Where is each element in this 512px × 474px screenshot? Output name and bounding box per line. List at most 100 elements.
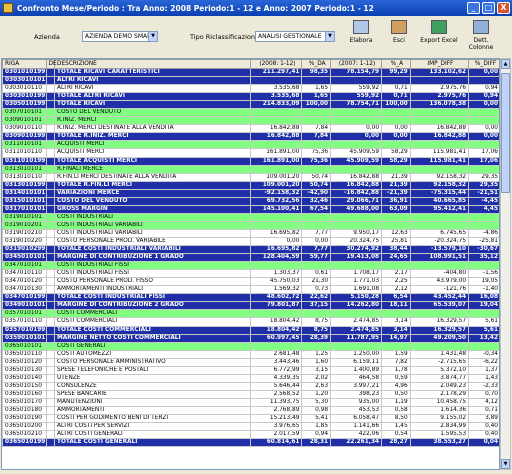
- column-header[interactable]: DESCRIZIONE: [54, 59, 252, 69]
- table-row[interactable]: 0349010101 MARGINE DI CONTRIBUZIONE 2 GRA…: [2, 301, 499, 311]
- table-cell: 13,42: [468, 333, 499, 343]
- table-row[interactable]: 0301010199 TOTALE RICAVI CARATTERISTICI 21…: [2, 67, 499, 78]
- table-row[interactable]: 0319010201 COSTI INDUSTRIALI VARIABILI: [2, 220, 499, 230]
- table-row[interactable]: 0314010101 VARIAZIONI MERCE -92.158,32 -42,…: [2, 188, 499, 198]
- table-cell: 2.017,59: [250, 430, 303, 440]
- table-row[interactable]: 0313010110 R.FIN.LI MERCI DESTINATE ALLA …: [2, 172, 499, 182]
- table-row[interactable]: 0347010110 COSTI INDUSTRIALI FISSI 1.303,3…: [2, 269, 499, 279]
- table-row[interactable]: 0365010199 TOTALE COSTI GENERALI 60.814,61…: [2, 438, 499, 448]
- tipo-riclassificazione-select[interactable]: ANALISI GESTIONALE ▼: [255, 31, 335, 42]
- table-cell: 0,54: [381, 430, 411, 440]
- table-cell: [45, 414, 56, 424]
- table-cell: 79.801,87: [250, 301, 303, 311]
- table-row[interactable]: 0365010101 COSTI GENERALI: [2, 341, 499, 351]
- table-cell: [45, 397, 56, 407]
- table-cell: [250, 309, 303, 319]
- table-cell: [45, 325, 56, 335]
- table-cell: TOTALE COSTI COMMERCIALI: [54, 325, 252, 335]
- table-cell: [301, 212, 332, 222]
- esci-button[interactable]: Esci: [384, 20, 414, 52]
- table-cell: 1.771,03: [330, 277, 383, 287]
- table-row[interactable]: 0311010199 TOTALE ACQUISTI MERCI 161.891,0…: [2, 156, 499, 166]
- table-cell: 45.909,59: [330, 156, 383, 166]
- table-row[interactable]: 0319010220 COSTO PERSONALE PROD. VARIABIL…: [2, 236, 499, 247]
- column-header[interactable]: %_DA: [301, 59, 332, 69]
- table-row[interactable]: 0365010200 ALTRI COSTI PER SERVIZI 3.976,6…: [2, 422, 499, 432]
- table-cell: 16.842,88: [330, 180, 383, 190]
- table-cell: 3.535,68: [250, 84, 303, 94]
- table-row[interactable]: 0305010199 TOTALE RICAVI 214.833,09 100,00 7…: [2, 100, 499, 110]
- table-cell: 100,00: [381, 100, 411, 110]
- table-row[interactable]: 0357010101 COSTI COMMERCIALI: [2, 309, 499, 319]
- table-cell: -404,80: [409, 269, 470, 279]
- table-row[interactable]: 0365010180 AMMORTAMENTI 2.768,89 0,98 453,53…: [2, 405, 499, 416]
- column-header[interactable]: %_A: [381, 59, 411, 69]
- minimize-button[interactable]: _: [467, 2, 480, 14]
- table-row[interactable]: 0365010110 COSTI AUTOMEZZI 2.681,48 1,25 1.2…: [2, 349, 499, 359]
- close-button[interactable]: X: [497, 2, 510, 14]
- table-row[interactable]: 0319010101 COSTI INDUSTRIALI: [2, 212, 499, 222]
- table-row[interactable]: 0365010190 COSTI PER GODIMENTO BENI DI TE…: [2, 414, 499, 424]
- table-row[interactable]: 0311010110 ACQUISTI MERCI 161.891,00 75,36 4…: [2, 148, 499, 158]
- table-cell: ALTRI RICAVI: [54, 76, 252, 86]
- table-cell: 0,58: [381, 405, 411, 416]
- table-row[interactable]: 0313010199 TOTALE R.FIN.LI MERCI 109.001,2…: [2, 180, 499, 190]
- table-cell: 0307010101: [2, 108, 47, 118]
- table-row[interactable]: 0319010210 COSTI INDUSTRIALI VARIABILI 16.…: [2, 228, 499, 238]
- table-row[interactable]: 0365010160 SPESE BANCARIE 2.568,52 1,20 398,…: [2, 389, 499, 399]
- chevron-down-icon[interactable]: ▼: [148, 32, 157, 41]
- table-cell: COSTI INDUSTRIALI: [54, 212, 252, 222]
- table-cell: [409, 116, 470, 126]
- table-row[interactable]: 0365010140 UTENZE 4.339,35 2,02 464,58 0,59 3.…: [2, 373, 499, 383]
- table-row[interactable]: 0347010120 COSTO PERSONALE PROD. FISSO 45.…: [2, 277, 499, 287]
- table-row[interactable]: 0309010101 R.INIZ. MERCI: [2, 116, 499, 126]
- table-row[interactable]: 0357010110 COSTI COMMERCIALI 18.804,42 8,75…: [2, 317, 499, 327]
- column-header[interactable]: %_DIFF: [468, 59, 499, 69]
- table-row[interactable]: 0307010101 COSTO DEL VENDUTO: [2, 108, 499, 118]
- azienda-select[interactable]: AZIENDA DEMO SMALL ▼: [82, 31, 158, 42]
- vertical-scrollbar[interactable]: ▲ ▼: [500, 58, 511, 470]
- table-row[interactable]: 0317010101 GROSS MARGIN 145.100,41 67,54 49.…: [2, 204, 499, 214]
- table-row[interactable]: 0309010199 TOTALE R.INIZ. MERCI 16.842,88 7…: [2, 132, 499, 142]
- table-row[interactable]: 0319010299 TOTALE COSTI INDUSTRIALI VARIA…: [2, 245, 499, 255]
- table-cell: MARGINE DI CONTRIBUZIONE 2 GRADO: [54, 301, 252, 311]
- table-cell: 0365010210: [2, 430, 47, 440]
- table-row[interactable]: 0365010150 CONSULENZE 5.646,44 2,63 3.997,21…: [2, 381, 499, 391]
- column-header[interactable]: DE: [45, 59, 57, 69]
- column-header[interactable]: IMP_DIFF: [409, 59, 470, 69]
- table-row[interactable]: 0347010199 TOTALE COSTI INDUSTRIALI FISSI…: [2, 293, 499, 303]
- table-row[interactable]: 0315010101 COSTO DEL VENDUTO 69.732,56 32,4…: [2, 196, 499, 206]
- maximize-button[interactable]: □: [482, 2, 495, 14]
- column-header[interactable]: (2007: 1-12): [330, 59, 383, 69]
- export-excel-button[interactable]: Export Excel: [419, 20, 459, 52]
- table-row[interactable]: 0365010130 SPESE TELEFONICHE E POSTALI 6.7…: [2, 365, 499, 375]
- table-row[interactable]: 0359010101 MARGINE NETTO COSTI COMMERCIAL…: [2, 333, 499, 343]
- table-row[interactable]: 0365010120 COSTO PERSONALE AMMINISTRATIVO…: [2, 357, 499, 367]
- table-row[interactable]: 0365010210 ALTRI COSTI GENERALI 2.017,59 0,…: [2, 430, 499, 440]
- table-cell: [45, 349, 56, 359]
- scroll-up-icon[interactable]: ▲: [501, 59, 510, 69]
- table-cell: 16.842,88: [409, 124, 470, 134]
- column-header[interactable]: (2008: 1-12): [250, 59, 303, 69]
- scroll-down-icon[interactable]: ▼: [501, 459, 510, 469]
- table-cell: 0365010140: [2, 373, 47, 383]
- elabora-button[interactable]: Elabora: [343, 20, 379, 52]
- column-header[interactable]: RIGA: [2, 59, 47, 69]
- table-row[interactable]: 0303010199 TOTALE ALTRI RICAVI 3.535,68 1,6…: [2, 92, 499, 102]
- chevron-down-icon[interactable]: ▼: [325, 32, 334, 41]
- table-cell: [45, 164, 56, 174]
- table-row[interactable]: 0313010101 R.FINALI MERCE: [2, 164, 499, 174]
- scroll-thumb[interactable]: [501, 73, 510, 193]
- table-row[interactable]: 0347010130 AMMORTAMENTI INDUSTRIALI 1.569,…: [2, 285, 499, 295]
- table-row[interactable]: 0357010199 TOTALE COSTI COMMERCIALI 18.804…: [2, 325, 499, 335]
- table-cell: [45, 67, 56, 78]
- table-row[interactable]: 0303010101 ALTRI RICAVI: [2, 76, 499, 86]
- table-row[interactable]: 0311010101 ACQUISTI MERCI: [2, 140, 499, 150]
- table-row[interactable]: 0365010170 MANUTENZIONI 11.393,75 5,30 935,0…: [2, 397, 499, 407]
- dett-colonne-button[interactable]: Dett. Colonne: [461, 20, 501, 52]
- table-row[interactable]: 0345010101 MARGINE DI CONTRIBUZIONE 1 GRA…: [2, 253, 499, 263]
- table-row[interactable]: 0347010101 COSTI INDUSTRIALI FISSI: [2, 261, 499, 271]
- table-row[interactable]: 0303010110 ALTRI RICAVI 3.535,68 1,65 559,92…: [2, 84, 499, 94]
- table-row[interactable]: 0309010110 R.INIZ. MERCI DESTINATE ALLA V…: [2, 124, 499, 134]
- table-cell: 17,06: [468, 148, 499, 158]
